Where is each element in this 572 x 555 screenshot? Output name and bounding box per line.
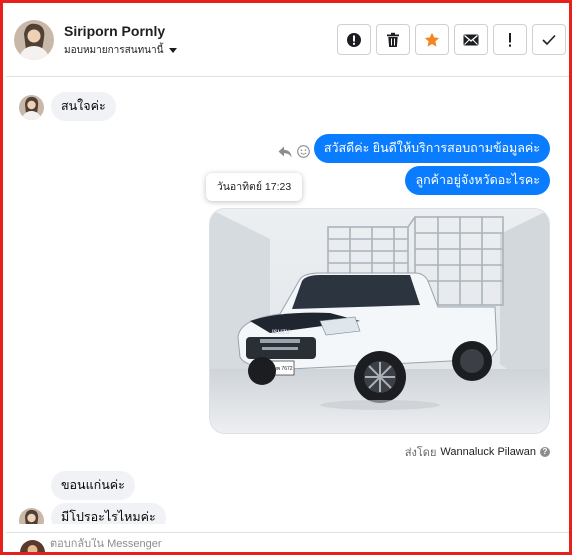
message-actions [278, 145, 310, 158]
conversation-header: Siriporn Pornly มอบหมายการสนทนานี้ [6, 6, 569, 77]
incoming-message[interactable]: มีโปรอะไรไหมค่ะ [51, 503, 166, 524]
reply-input[interactable] [50, 538, 530, 550]
sent-by-prefix: ส่งโดย [404, 447, 437, 459]
delete-button[interactable] [376, 24, 410, 55]
sent-by-agent[interactable]: Wannaluck Pilawan [440, 446, 536, 458]
mark-unread-button[interactable] [454, 24, 488, 55]
sent-by-label: ส่งโดย Wannaluck Pilawan ? [405, 443, 550, 461]
mail-icon [463, 34, 479, 45]
check-icon [542, 34, 556, 45]
trash-icon [387, 32, 399, 47]
outgoing-message[interactable]: สวัสดีค่ะ ยินดีให้บริการสอบถามข้อมูลค่ะ [313, 134, 550, 163]
conversation-toolbar [337, 24, 566, 55]
reply-icon[interactable] [278, 146, 292, 158]
star-icon [424, 32, 440, 47]
message-thread[interactable]: สนใจค่ะ สวัสดีค่ะ ยินดีให้บริการสอบถามข้… [6, 77, 569, 524]
assign-label: มอบหมายการสนทนานี้ [64, 45, 164, 56]
star-button[interactable] [415, 24, 449, 55]
mark-done-button[interactable] [532, 24, 566, 55]
emoji-reaction-icon[interactable] [297, 145, 310, 158]
reply-composer [6, 532, 569, 552]
incoming-message[interactable]: สนใจค่ะ [51, 92, 116, 121]
outgoing-photo[interactable]: 3ฒพ 7672 ISUZU [209, 208, 550, 434]
pickup-truck-image: 3ฒพ 7672 ISUZU [210, 209, 549, 433]
contact-avatar-small [19, 95, 44, 120]
svg-text:ISUZU: ISUZU [272, 330, 290, 336]
contact-avatar[interactable] [14, 20, 54, 60]
exclamation-icon [509, 32, 511, 47]
help-icon[interactable]: ? [540, 447, 550, 457]
incoming-message[interactable]: ขอนแก่นค่ะ [51, 471, 135, 500]
contact-name[interactable]: Siriporn Pornly [64, 23, 165, 39]
mark-spam-button[interactable] [337, 24, 371, 55]
page-avatar [20, 540, 45, 552]
alert-circle-icon [347, 32, 361, 47]
follow-up-button[interactable] [493, 24, 527, 55]
timestamp-tooltip: วันอาทิตย์ 17:23 [206, 173, 302, 201]
contact-avatar-small [19, 508, 44, 524]
assign-conversation-dropdown[interactable]: มอบหมายการสนทนานี้ [64, 43, 178, 58]
chevron-down-icon [169, 48, 178, 53]
outgoing-message[interactable]: ลูกค้าอยู่จังหวัดอะไรคะ [405, 166, 550, 195]
app-frame: Siriporn Pornly มอบหมายการสนทนานี้ สนใจค… [0, 0, 572, 555]
